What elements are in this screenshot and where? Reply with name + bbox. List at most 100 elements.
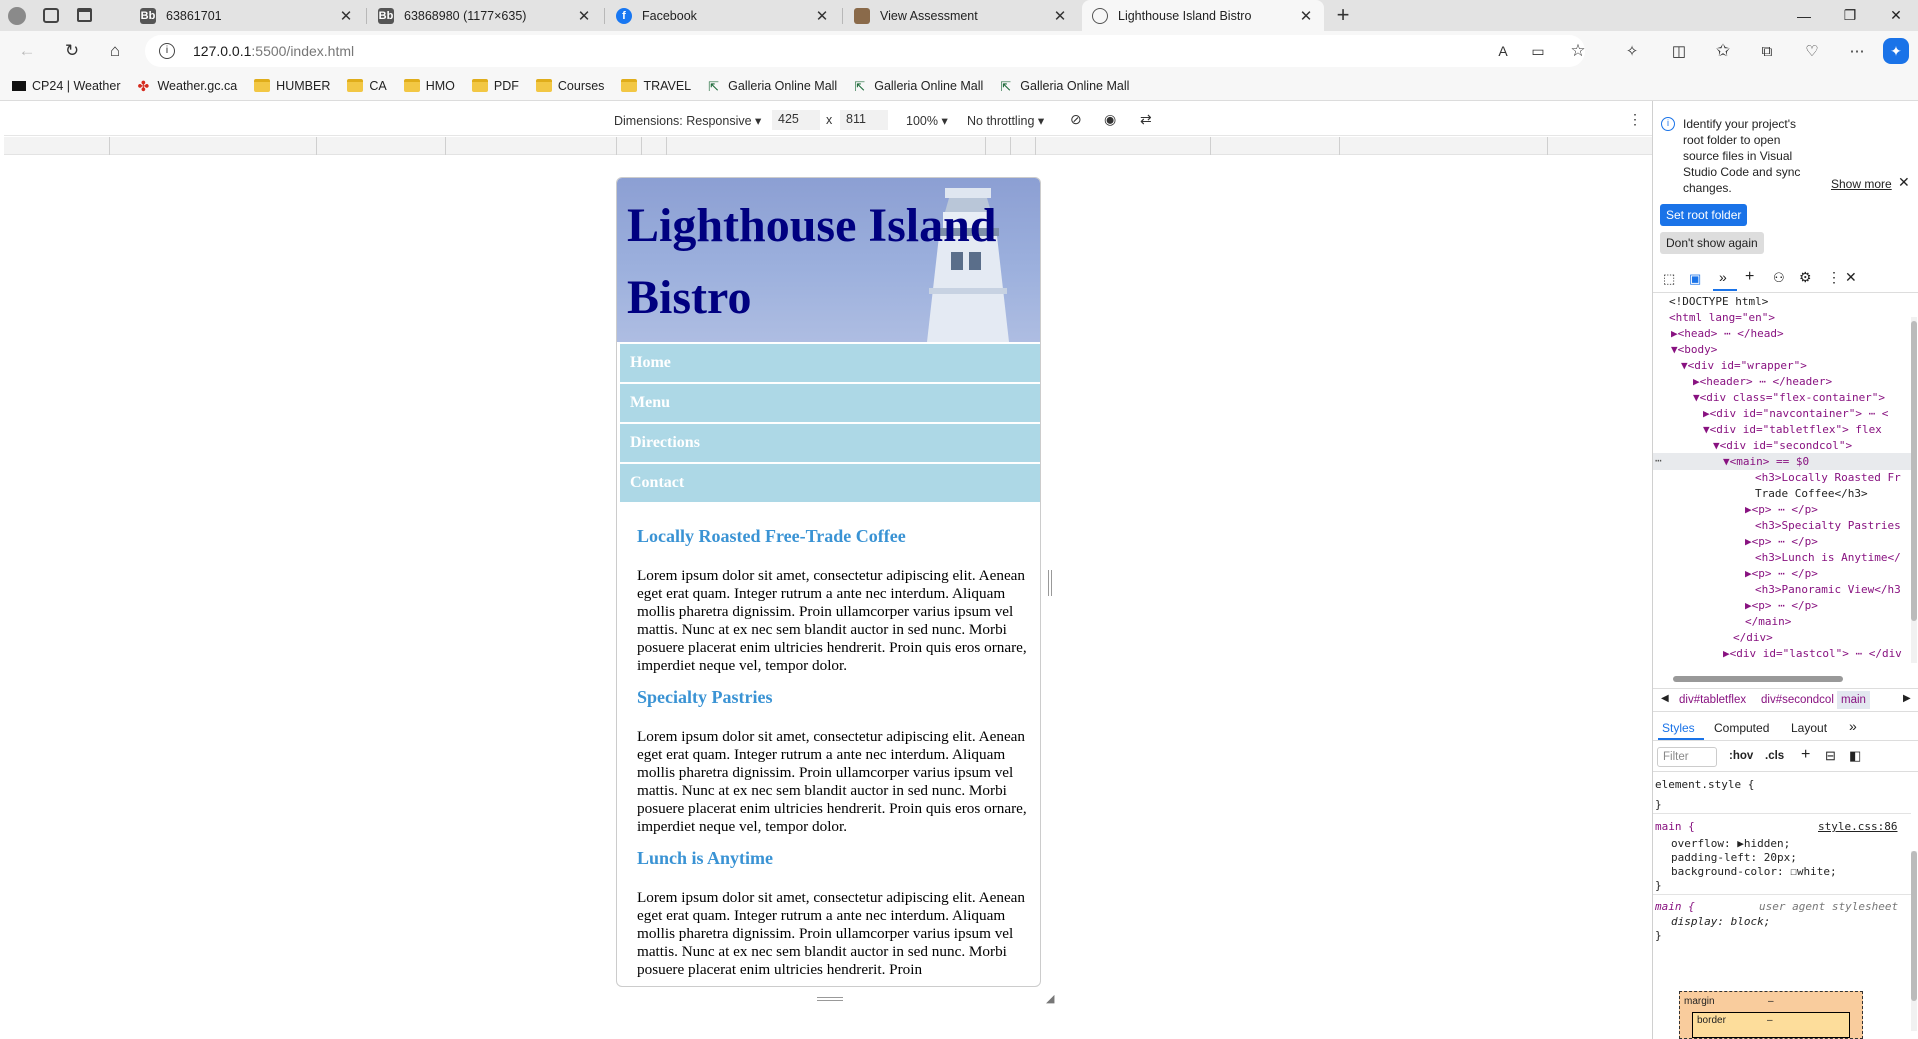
vision-deficiency-icon[interactable]: ◉ bbox=[1104, 111, 1116, 128]
tab-view-assessment[interactable]: View Assessment ✕ bbox=[844, 0, 1078, 31]
dom-line[interactable]: <h3>Lunch is Anytime</ bbox=[1755, 551, 1901, 564]
dom-line[interactable]: Trade Coffee</h3> bbox=[1755, 487, 1868, 500]
resize-handle-bottom[interactable] bbox=[817, 997, 843, 1001]
tab-styles[interactable]: Styles bbox=[1662, 721, 1695, 735]
copilot-icon[interactable]: ✦ bbox=[1883, 38, 1909, 64]
site-info-icon[interactable]: i bbox=[159, 43, 175, 59]
close-devtools-icon[interactable]: ✕ bbox=[1845, 269, 1857, 286]
back-button[interactable]: ← bbox=[12, 36, 42, 66]
more-tabs-icon[interactable]: » bbox=[1849, 718, 1857, 734]
breadcrumb-item[interactable]: div#secondcol bbox=[1761, 694, 1834, 706]
dom-line[interactable]: ▶<p> ⋯ </p> bbox=[1745, 535, 1818, 548]
more-tabs-icon[interactable]: » bbox=[1719, 269, 1727, 285]
chevron-left-icon[interactable]: ◀ bbox=[1661, 693, 1669, 704]
styles-scrollbar[interactable] bbox=[1911, 851, 1917, 1031]
box-model-border[interactable]: border – bbox=[1692, 1012, 1850, 1038]
bookmark-courses[interactable]: Courses bbox=[535, 79, 604, 93]
dom-line[interactable]: ▼<div class="flex-container"> bbox=[1693, 391, 1885, 404]
workspaces-icon[interactable] bbox=[43, 8, 59, 23]
dom-line[interactable]: ▼<body> bbox=[1671, 343, 1717, 356]
split-screen-icon[interactable]: ◫ bbox=[1664, 36, 1694, 66]
dom-line[interactable]: ▼<div id="tabletflex"> flex bbox=[1703, 423, 1882, 436]
bookmark-weather-gc[interactable]: ✤ Weather.gc.ca bbox=[137, 79, 237, 93]
source-link[interactable]: style.css:86 bbox=[1818, 820, 1897, 833]
minimize-button[interactable]: — bbox=[1781, 0, 1827, 31]
dual-screen-icon[interactable]: ⇄ bbox=[1140, 111, 1152, 128]
media-query-ruler[interactable] bbox=[4, 137, 1652, 155]
dom-line[interactable]: ▶<div id="navcontainer"> ⋯ < bbox=[1703, 407, 1888, 420]
read-aloud-icon[interactable]: A bbox=[1488, 36, 1518, 66]
bookmark-ca[interactable]: CA bbox=[347, 79, 387, 93]
sidebar-toggle-icon[interactable]: ◧ bbox=[1849, 748, 1861, 764]
dom-line[interactable]: ▶<div id="lastcol"> ⋯ </div bbox=[1723, 647, 1902, 660]
dom-line[interactable]: ▼<div id="wrapper"> bbox=[1681, 359, 1807, 372]
dom-line[interactable]: <html lang="en"> bbox=[1669, 311, 1775, 324]
bookmark-galleria-2[interactable]: ⇱ Galleria Online Mall bbox=[854, 79, 983, 95]
close-icon[interactable]: ✕ bbox=[338, 7, 354, 25]
paint-icon[interactable]: ⊟ bbox=[1825, 748, 1836, 764]
dom-line[interactable]: </div> bbox=[1733, 631, 1773, 644]
dom-scrollbar[interactable] bbox=[1911, 317, 1917, 663]
chevron-right-icon[interactable]: ▶ bbox=[1903, 693, 1911, 704]
resize-handle-corner[interactable]: ◢ bbox=[1046, 992, 1054, 1005]
close-icon[interactable]: ✕ bbox=[1298, 7, 1314, 25]
zoom-dropdown[interactable]: 100% ▾ bbox=[906, 113, 948, 128]
favorites-icon[interactable]: ✩ bbox=[1708, 36, 1738, 66]
bookmark-hmo[interactable]: HMO bbox=[403, 79, 455, 93]
breadcrumb-item-active[interactable]: main bbox=[1837, 691, 1870, 709]
height-input[interactable]: 811 bbox=[840, 110, 888, 130]
nav-directions[interactable]: Directions bbox=[620, 424, 1040, 462]
add-tab-icon[interactable]: + bbox=[1745, 268, 1754, 286]
tab-layout[interactable]: Layout bbox=[1791, 721, 1827, 735]
connect-icon[interactable]: ⚇ bbox=[1773, 270, 1785, 286]
reload-button[interactable]: ↻ bbox=[57, 36, 87, 66]
new-tab-button[interactable]: + bbox=[1331, 4, 1355, 28]
bookmark-galleria-1[interactable]: ⇱ Galleria Online Mall bbox=[708, 79, 837, 95]
address-bar[interactable]: i 127.0.0.1:5500/index.html bbox=[145, 35, 1585, 67]
nav-home[interactable]: Home bbox=[620, 344, 1040, 382]
dont-show-again-button[interactable]: Don't show again bbox=[1660, 232, 1764, 254]
dom-line[interactable]: ▶<p> ⋯ </p> bbox=[1745, 503, 1818, 516]
decl-overflow[interactable]: overflow: ▶hidden; bbox=[1671, 837, 1790, 850]
settings-gear-icon[interactable]: ⚙ bbox=[1799, 269, 1812, 286]
dom-line[interactable]: <h3>Specialty Pastries bbox=[1755, 519, 1901, 532]
nav-menu[interactable]: Menu bbox=[620, 384, 1040, 422]
tab-computed[interactable]: Computed bbox=[1714, 721, 1769, 735]
width-input[interactable]: 425 bbox=[772, 110, 820, 130]
close-window-button[interactable]: ✕ bbox=[1873, 0, 1918, 31]
dom-line[interactable]: ▶<p> ⋯ </p> bbox=[1745, 599, 1818, 612]
inspect-icon[interactable]: ⬚ bbox=[1663, 271, 1675, 287]
dom-line[interactable]: ▶<head> ⋯ </head> bbox=[1671, 327, 1784, 340]
new-rule-icon[interactable]: + bbox=[1801, 746, 1810, 764]
close-icon[interactable]: ✕ bbox=[814, 7, 830, 25]
dom-line[interactable]: <!DOCTYPE html> bbox=[1669, 295, 1768, 308]
box-model-margin[interactable]: margin – border – bbox=[1679, 991, 1863, 1039]
browser-essentials-icon[interactable]: ♡ bbox=[1797, 36, 1827, 66]
tab-actions-icon[interactable] bbox=[77, 8, 92, 22]
more-menu-icon[interactable]: ⋯ bbox=[1842, 36, 1872, 66]
device-toggle-icon[interactable]: ▣ bbox=[1689, 271, 1701, 287]
set-root-folder-button[interactable]: Set root folder bbox=[1660, 204, 1748, 226]
nav-contact[interactable]: Contact bbox=[620, 464, 1040, 502]
more-options-icon[interactable]: ⋮ bbox=[1628, 111, 1642, 128]
cls-toggle[interactable]: .cls bbox=[1765, 750, 1784, 762]
bookmark-humber[interactable]: HUMBER bbox=[254, 79, 330, 93]
dom-line[interactable]: </main> bbox=[1745, 615, 1791, 628]
home-button[interactable]: ⌂ bbox=[100, 36, 130, 66]
show-more-link[interactable]: Show more bbox=[1831, 177, 1892, 191]
dom-line[interactable]: <h3>Locally Roasted Fr bbox=[1755, 471, 1901, 484]
throttling-dropdown[interactable]: No throttling ▾ bbox=[967, 113, 1044, 128]
decl-padding-left[interactable]: padding-left: 20px; bbox=[1671, 851, 1797, 864]
breadcrumb-item[interactable]: div#tabletflex bbox=[1679, 694, 1746, 706]
tab-63868980[interactable]: Bb 63868980 (1177×635) ✕ bbox=[368, 0, 602, 31]
bookmark-travel[interactable]: TRAVEL bbox=[621, 79, 691, 93]
bookmark-pdf[interactable]: PDF bbox=[471, 79, 519, 93]
bookmark-cp24[interactable]: CP24 | Weather bbox=[12, 79, 120, 93]
close-icon[interactable]: ✕ bbox=[1052, 7, 1068, 25]
tab-63861701[interactable]: Bb 63861701 ✕ bbox=[130, 0, 364, 31]
immersive-reader-icon[interactable]: ▭ bbox=[1523, 36, 1553, 66]
restore-button[interactable]: ❐ bbox=[1827, 0, 1873, 31]
filter-input[interactable]: Filter bbox=[1657, 747, 1717, 767]
main-rule-selector[interactable]: main { bbox=[1655, 820, 1695, 833]
dom-tree[interactable]: <!DOCTYPE html> <html lang="en"> ▶<head>… bbox=[1653, 293, 1911, 675]
